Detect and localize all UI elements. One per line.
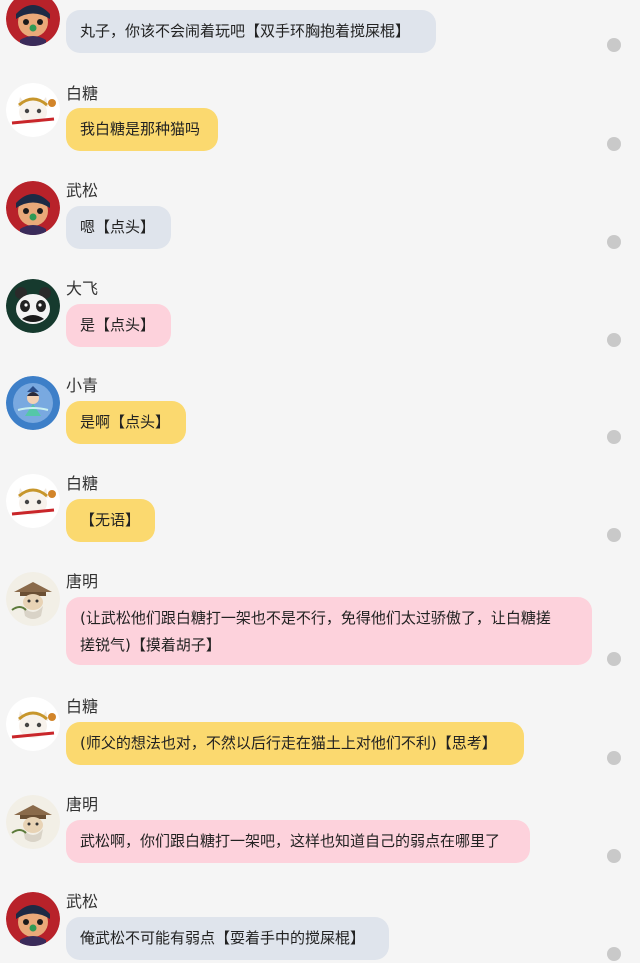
message-text: 嗯【点头】 bbox=[80, 218, 156, 236]
baitang-avatar[interactable] bbox=[6, 697, 60, 751]
status-dot[interactable] bbox=[607, 849, 621, 863]
sender-name: 白糖 bbox=[66, 474, 99, 493]
status-dot[interactable] bbox=[607, 652, 621, 666]
dafei-avatar[interactable] bbox=[6, 279, 60, 333]
sender-name: 唐明 bbox=[66, 795, 99, 814]
message-item: 武松 丸子，你该不会闹着玩吧【双手环胸抱着搅屎棍】 bbox=[0, 0, 640, 62]
status-dot[interactable] bbox=[607, 137, 621, 151]
message-item: 武松 俺武松不可能有弱点【耍着手中的搅屎棍】 bbox=[0, 892, 640, 963]
message-item: 白糖 (师父的想法也对，不然以后行走在猫土上对他们不利)【思考】 bbox=[0, 697, 640, 767]
message-text: 是啊【点头】 bbox=[80, 413, 171, 431]
sender-name: 武松 bbox=[66, 892, 99, 911]
message-text-line: (让武松他们跟白糖打一架也不是不行，免得他们太过骄傲了，让白糖搓 bbox=[80, 609, 551, 627]
wusong-avatar[interactable] bbox=[6, 0, 60, 46]
sender-name: 白糖 bbox=[66, 697, 99, 716]
message-item: 白糖 【无语】 bbox=[0, 474, 640, 544]
message-item: 白糖 我白糖是那种猫吗 bbox=[0, 83, 640, 153]
message-item: 武松 嗯【点头】 bbox=[0, 181, 640, 251]
sender-name: 大飞 bbox=[66, 279, 99, 298]
message-text: 是【点头】 bbox=[80, 316, 156, 334]
message-bubble[interactable]: 嗯【点头】 bbox=[66, 206, 171, 249]
message-text: (师父的想法也对，不然以后行走在猫土上对他们不利)【思考】 bbox=[80, 734, 497, 752]
baitang-avatar[interactable] bbox=[6, 474, 60, 528]
message-text: 丸子，你该不会闹着玩吧【双手环胸抱着搅屎棍】 bbox=[80, 22, 411, 40]
sender-name: 唐明 bbox=[66, 572, 99, 591]
status-dot[interactable] bbox=[607, 333, 621, 347]
message-text-line: 搓锐气)【摸着胡子】 bbox=[80, 636, 221, 654]
message-bubble[interactable]: 是【点头】 bbox=[66, 304, 171, 347]
status-dot[interactable] bbox=[607, 751, 621, 765]
message-text: 俺武松不可能有弱点【耍着手中的搅屎棍】 bbox=[80, 929, 366, 947]
status-dot[interactable] bbox=[607, 947, 621, 961]
sender-name: 武松 bbox=[66, 181, 99, 200]
message-bubble[interactable]: 武松啊，你们跟白糖打一架吧，这样也知道自己的弱点在哪里了 bbox=[66, 820, 530, 863]
message-bubble[interactable]: 是啊【点头】 bbox=[66, 401, 186, 444]
status-dot[interactable] bbox=[607, 235, 621, 249]
message-text: 我白糖是那种猫吗 bbox=[80, 120, 201, 138]
sender-name: 白糖 bbox=[66, 84, 99, 103]
status-dot[interactable] bbox=[607, 528, 621, 542]
message-text: 【无语】 bbox=[80, 511, 141, 529]
message-item: 唐明 (让武松他们跟白糖打一架也不是不行，免得他们太过骄傲了，让白糖搓 搓锐气)… bbox=[0, 572, 640, 668]
message-item: 小青 是啊【点头】 bbox=[0, 376, 640, 446]
status-dot[interactable] bbox=[607, 430, 621, 444]
message-bubble[interactable]: 俺武松不可能有弱点【耍着手中的搅屎棍】 bbox=[66, 917, 389, 960]
baitang-avatar[interactable] bbox=[6, 83, 60, 137]
message-bubble[interactable]: 我白糖是那种猫吗 bbox=[66, 108, 218, 151]
xiaoqing-avatar[interactable] bbox=[6, 376, 60, 430]
wusong-avatar[interactable] bbox=[6, 892, 60, 946]
message-item: 大飞 是【点头】 bbox=[0, 279, 640, 349]
chat-thread: 武松 丸子，你该不会闹着玩吧【双手环胸抱着搅屎棍】 白糖 我白糖是那种猫吗 武松… bbox=[0, 0, 640, 963]
tangming-avatar[interactable] bbox=[6, 572, 60, 626]
message-bubble[interactable]: (让武松他们跟白糖打一架也不是不行，免得他们太过骄傲了，让白糖搓 搓锐气)【摸着… bbox=[66, 597, 592, 665]
wusong-avatar[interactable] bbox=[6, 181, 60, 235]
message-bubble[interactable]: (师父的想法也对，不然以后行走在猫土上对他们不利)【思考】 bbox=[66, 722, 524, 765]
message-bubble[interactable]: 丸子，你该不会闹着玩吧【双手环胸抱着搅屎棍】 bbox=[66, 10, 436, 53]
message-item: 唐明 武松啊，你们跟白糖打一架吧，这样也知道自己的弱点在哪里了 bbox=[0, 795, 640, 865]
status-dot[interactable] bbox=[607, 38, 621, 52]
message-bubble[interactable]: 【无语】 bbox=[66, 499, 155, 542]
sender-name: 小青 bbox=[66, 376, 99, 395]
message-text: 武松啊，你们跟白糖打一架吧，这样也知道自己的弱点在哪里了 bbox=[80, 832, 501, 850]
tangming-avatar[interactable] bbox=[6, 795, 60, 849]
